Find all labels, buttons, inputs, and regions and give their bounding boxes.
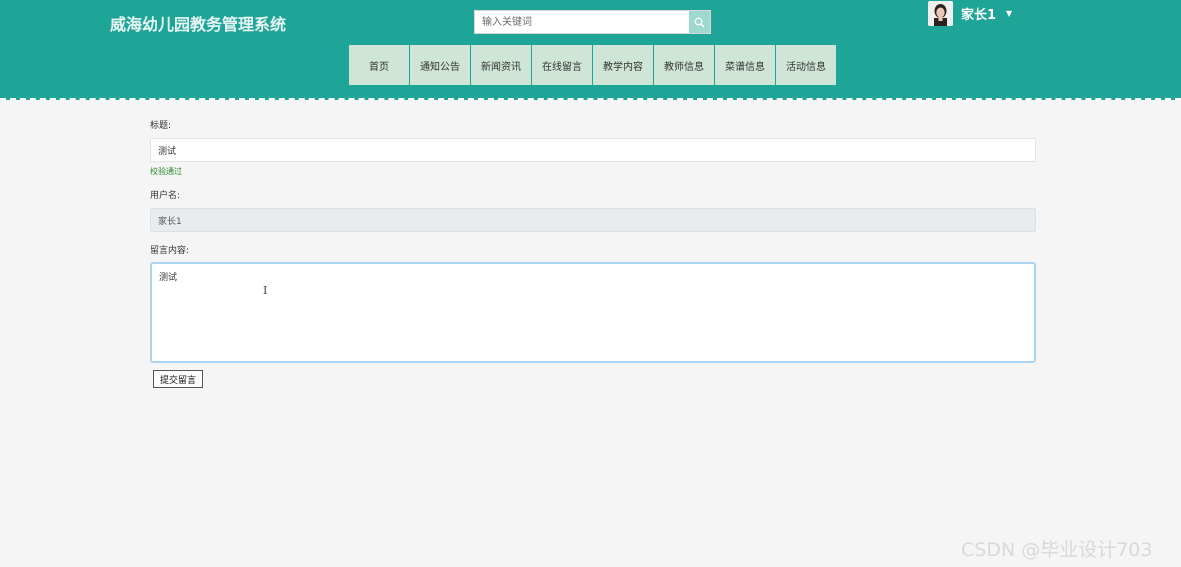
title-field-value: 测试 bbox=[158, 146, 177, 157]
top-header: 威海幼儿园教务管理系统 家长1 ▼ 首页 通知公告 bbox=[0, 0, 1181, 100]
content-textarea[interactable]: 测试 I bbox=[150, 262, 1036, 363]
search-icon bbox=[694, 13, 705, 32]
message-form: 标题: 测试 校验通过 用户名: 家长1 留言内容: 测试 I bbox=[150, 118, 1036, 363]
avatar bbox=[928, 0, 953, 26]
nav-item-activities[interactable]: 活动信息 bbox=[776, 45, 836, 85]
title-validation-text: 校验通过 bbox=[150, 167, 182, 176]
watermark: CSDN @毕业设计703 bbox=[961, 539, 1153, 561]
text-cursor-icon: I bbox=[263, 284, 268, 297]
search-button[interactable] bbox=[689, 11, 710, 33]
title-label: 标题: bbox=[150, 121, 172, 131]
nav-item-teaching[interactable]: 教学内容 bbox=[593, 45, 653, 85]
main-nav: 首页 通知公告 新闻资讯 在线留言 教学内容 教师信息 菜谱信息 活动信息 bbox=[349, 45, 837, 85]
user-name: 家长1 bbox=[961, 7, 997, 23]
content-label: 留言内容: bbox=[150, 246, 190, 256]
caret-down-icon[interactable]: ▼ bbox=[1006, 9, 1012, 18]
submit-message-button[interactable]: 提交留言 bbox=[153, 370, 203, 388]
username-field-value: 家长1 bbox=[158, 216, 182, 227]
nav-item-home[interactable]: 首页 bbox=[349, 45, 409, 85]
title-field[interactable]: 测试 bbox=[150, 138, 1036, 162]
user-menu[interactable]: 家长1 ▼ bbox=[928, 0, 1012, 26]
search-box bbox=[474, 10, 711, 34]
username-field: 家长1 bbox=[150, 208, 1036, 232]
site-title: 威海幼儿园教务管理系统 bbox=[110, 15, 287, 34]
nav-item-news[interactable]: 新闻资讯 bbox=[471, 45, 531, 85]
content-textarea-value: 测试 bbox=[159, 273, 178, 283]
nav-item-messages[interactable]: 在线留言 bbox=[532, 45, 592, 85]
nav-item-teachers[interactable]: 教师信息 bbox=[654, 45, 714, 85]
username-label: 用户名: bbox=[150, 191, 181, 201]
search-input[interactable] bbox=[475, 11, 690, 33]
nav-item-menus[interactable]: 菜谱信息 bbox=[715, 45, 775, 85]
nav-item-notices[interactable]: 通知公告 bbox=[410, 45, 470, 85]
